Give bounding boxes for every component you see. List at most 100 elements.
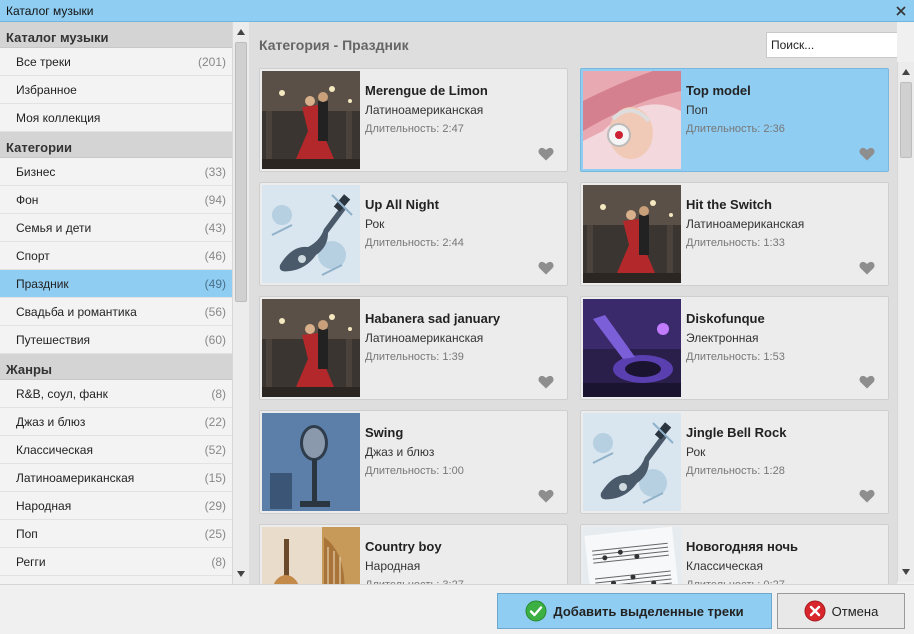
track-duration: Длительность: 1:39	[365, 351, 464, 363]
track-card[interactable]: Top model Поп Длительность: 2:36	[580, 68, 889, 172]
track-grid-panel: Категория - Праздник Merengue de Limon Л…	[249, 22, 897, 584]
track-genre: Джаз и блюз	[365, 445, 435, 459]
track-name: Top model	[686, 83, 751, 98]
track-duration: Длительность: 1:53	[686, 351, 785, 363]
sidebar-item-count: (56)	[204, 304, 226, 319]
track-card[interactable]: Up All Night Рок Длительность: 2:44	[259, 182, 568, 286]
sidebar-item[interactable]: Народная (29)	[0, 492, 232, 520]
sidebar-item[interactable]: Поп (25)	[0, 520, 232, 548]
scroll-up-icon[interactable]	[898, 64, 914, 80]
sidebar-item-label: Регги	[16, 554, 46, 569]
sidebar-item-count: (29)	[204, 498, 226, 513]
track-grid-scroll-thumb[interactable]	[900, 82, 912, 158]
close-icon[interactable]	[892, 2, 910, 20]
sidebar-item-count: (49)	[204, 276, 226, 291]
check-icon	[525, 600, 547, 622]
track-thumbnail	[262, 185, 360, 283]
track-name: Habanera sad january	[365, 311, 501, 326]
sidebar-section-header: Каталог музыки	[0, 22, 232, 48]
track-name: Up All Night	[365, 197, 439, 212]
sidebar-item-label: Моя коллекция	[16, 110, 101, 125]
sidebar-item-count: (33)	[204, 164, 226, 179]
track-duration: Длительность: 2:36	[686, 123, 785, 135]
sidebar-item[interactable]: Латиноамериканская (15)	[0, 464, 232, 492]
page-title: Категория - Праздник	[259, 37, 409, 53]
sidebar-item[interactable]: R&B, соул, фанк (8)	[0, 380, 232, 408]
track-card[interactable]: Habanera sad january Латиноамериканская …	[259, 296, 568, 400]
track-name: Swing	[365, 425, 404, 440]
scroll-up-icon[interactable]	[233, 24, 249, 40]
track-card[interactable]: Новогодняя ночь Классическая Длительност…	[580, 524, 889, 584]
track-genre: Рок	[686, 445, 706, 459]
sidebar-item-label: Джаз и блюз	[16, 414, 86, 429]
sidebar-item-label: Латиноамериканская	[16, 470, 135, 485]
search-input[interactable]	[766, 32, 897, 58]
track-card[interactable]: Merengue de Limon Латиноамериканская Дли…	[259, 68, 568, 172]
track-duration: Длительность: 2:44	[365, 237, 464, 249]
heart-icon[interactable]	[538, 489, 554, 503]
track-grid-scrollbar[interactable]	[897, 62, 914, 582]
sidebar-item-count: (8)	[211, 554, 226, 569]
sidebar-item[interactable]: Путешествия (60)	[0, 326, 232, 354]
sidebar-item-label: R&B, соул, фанк	[16, 386, 108, 401]
bottom-bar: Добавить выделенные треки Отмена	[0, 584, 914, 634]
heart-icon[interactable]	[859, 147, 875, 161]
track-genre: Поп	[686, 103, 708, 117]
sidebar-item[interactable]: Фон (94)	[0, 186, 232, 214]
sidebar-item-label: Все треки	[16, 54, 71, 69]
heart-icon[interactable]	[859, 261, 875, 275]
add-selected-tracks-button[interactable]: Добавить выделенные треки	[497, 593, 772, 629]
sidebar-item[interactable]: Моя коллекция	[0, 104, 232, 132]
sidebar-item[interactable]: Избранное	[0, 76, 232, 104]
sidebar-item-count: (25)	[204, 526, 226, 541]
heart-icon[interactable]	[859, 489, 875, 503]
heart-icon[interactable]	[859, 375, 875, 389]
track-thumbnail	[583, 299, 681, 397]
scroll-down-icon[interactable]	[233, 566, 249, 582]
sidebar-item-count: (22)	[204, 414, 226, 429]
sidebar-item[interactable]: Джаз и блюз (22)	[0, 408, 232, 436]
sidebar-item-label: Народная	[16, 498, 72, 513]
track-genre: Латиноамериканская	[365, 103, 484, 117]
sidebar-item[interactable]: Семья и дети (43)	[0, 214, 232, 242]
sidebar-item-label: Праздник	[16, 276, 69, 291]
track-card[interactable]: Diskofunque Электронная Длительность: 1:…	[580, 296, 889, 400]
sidebar-item-label: Классическая	[16, 442, 93, 457]
sidebar-item-count: (52)	[204, 442, 226, 457]
track-thumbnail	[583, 413, 681, 511]
track-name: Jingle Bell Rock	[686, 425, 787, 440]
sidebar-item[interactable]: Бизнес (33)	[0, 158, 232, 186]
sidebar-item-count: (8)	[211, 386, 226, 401]
track-card[interactable]: Swing Джаз и блюз Длительность: 1:00	[259, 410, 568, 514]
sidebar-item-count: (94)	[204, 192, 226, 207]
sidebar-item[interactable]: Спорт (46)	[0, 242, 232, 270]
sidebar-item[interactable]: Свадьба и романтика (56)	[0, 298, 232, 326]
track-thumbnail	[583, 71, 681, 169]
track-card[interactable]: Jingle Bell Rock Рок Длительность: 1:28	[580, 410, 889, 514]
cancel-button[interactable]: Отмена	[777, 593, 905, 629]
track-thumbnail	[262, 413, 360, 511]
scroll-down-icon[interactable]	[898, 564, 914, 580]
sidebar-item-label: Фон	[16, 192, 39, 207]
sidebar-item-count: (60)	[204, 332, 226, 347]
sidebar-item-count: (43)	[204, 220, 226, 235]
track-thumbnail	[262, 299, 360, 397]
sidebar-scrollbar[interactable]	[232, 22, 249, 584]
title-bar: Каталог музыки	[0, 0, 914, 22]
track-genre: Латиноамериканская	[365, 331, 484, 345]
sidebar-item-label: Спорт	[16, 248, 50, 263]
track-name: Новогодняя ночь	[686, 539, 798, 554]
heart-icon[interactable]	[538, 375, 554, 389]
heart-icon[interactable]	[538, 147, 554, 161]
track-card[interactable]: Hit the Switch Латиноамериканская Длител…	[580, 182, 889, 286]
track-name: Merengue de Limon	[365, 83, 488, 98]
heart-icon[interactable]	[538, 261, 554, 275]
sidebar-item[interactable]: Классическая (52)	[0, 436, 232, 464]
track-card[interactable]: Country boy Народная Длительность: 3:27	[259, 524, 568, 584]
sidebar-scroll-thumb[interactable]	[235, 42, 247, 302]
sidebar-item[interactable]: Праздник (49)	[0, 270, 232, 298]
sidebar-item[interactable]: Регги (8)	[0, 548, 232, 576]
sidebar-item[interactable]: Все треки (201)	[0, 48, 232, 76]
sidebar-section-header: Жанры	[0, 354, 232, 380]
track-genre: Рок	[365, 217, 385, 231]
